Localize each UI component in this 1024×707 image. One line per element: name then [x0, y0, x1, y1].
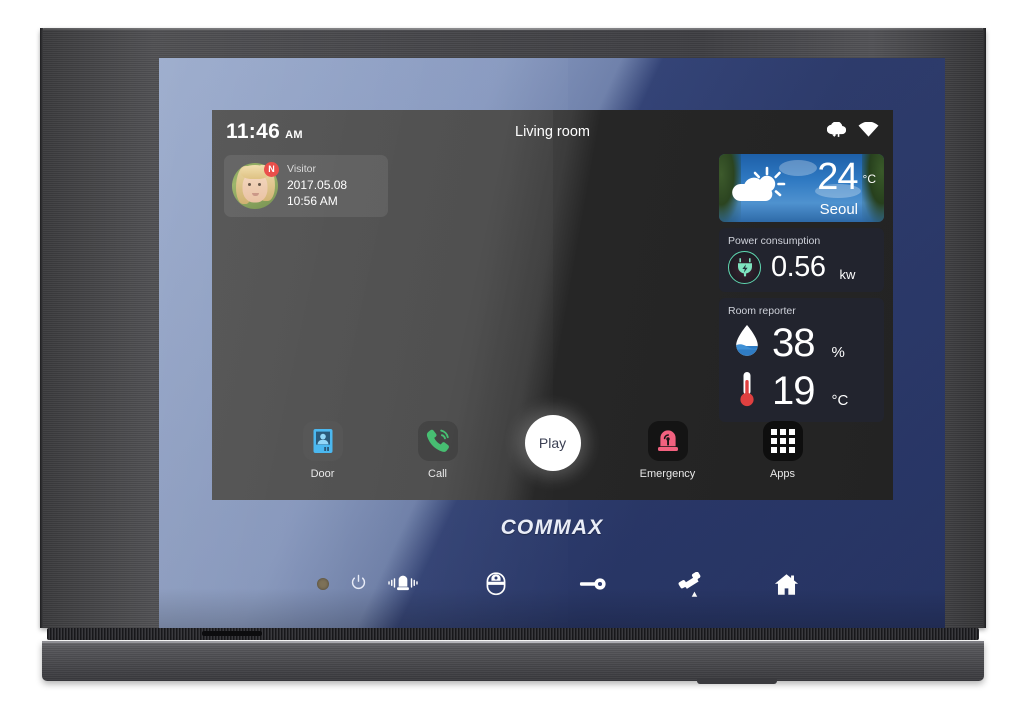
dock-label-door: Door [310, 468, 335, 480]
weather-temp-value: 24 [817, 156, 858, 198]
device-shell: 11:46 AM Living room N Visitor 2017.05.0… [40, 28, 986, 628]
bezel-button-call[interactable] [677, 572, 705, 598]
thermometer-icon [734, 370, 760, 413]
brand-logo: COMMAX [500, 516, 604, 539]
speaker-slot [202, 631, 262, 636]
dock-item-apps[interactable]: Apps [750, 421, 816, 480]
power-row: 0.56 kw [728, 249, 875, 285]
room-reporter-title: Room reporter [728, 305, 796, 317]
dock-label-call: Call [428, 468, 447, 480]
dock-item-play[interactable]: Play [520, 415, 586, 471]
dock-label-apps: Apps [769, 468, 796, 480]
phone-call-icon [417, 421, 458, 461]
apps-grid-dots [770, 429, 795, 453]
dock-item-call[interactable]: Call [405, 421, 471, 480]
plug-icon [728, 250, 761, 284]
siren-sound-icon [388, 575, 418, 591]
visitor-date: 2017.05.08 [287, 178, 348, 193]
water-drop-icon [734, 324, 760, 363]
visitor-text: Visitor 2017.05.08 10:56 AM [287, 163, 347, 209]
door-station-icon [302, 421, 343, 461]
bezel-button-power[interactable] [350, 574, 367, 592]
room-temperature-value: 19 [772, 369, 815, 413]
avatar-eye-right [258, 183, 261, 186]
power-consumption-title: Power consumption [728, 235, 821, 247]
glass-front-panel: 11:46 AM Living room N Visitor 2017.05.0… [159, 58, 945, 628]
power-value: 0.56 [771, 250, 826, 283]
handset-icon [678, 572, 701, 597]
visitor-notification-card[interactable]: N Visitor 2017.05.08 10:56 AM [224, 155, 388, 217]
app-dock: Door Call Play Emergency Apps [212, 415, 893, 495]
dock-label-emergency: Emergency [639, 468, 696, 480]
weather-temperature: 24 °C [817, 158, 876, 196]
base-highlight [42, 641, 984, 643]
bezel-button-guard[interactable] [484, 571, 508, 596]
dock-item-emergency[interactable]: Emergency [635, 421, 701, 480]
play-button[interactable]: Play [524, 415, 581, 471]
base-foot [697, 679, 777, 684]
apps-grid-icon [762, 421, 803, 461]
shell-right-edge [983, 28, 986, 628]
humidity-value: 38 [772, 321, 815, 365]
shell-top-highlight [40, 28, 986, 30]
power-icon [351, 574, 366, 590]
room-temperature-unit: °C [831, 392, 849, 409]
avatar-eye-left [248, 183, 251, 186]
avatar-wrap: N [232, 162, 279, 209]
dock-item-door[interactable]: Door [290, 421, 356, 480]
shell-left-edge [40, 28, 43, 628]
widget-column: 24 °C Seoul Power consumption 0.56 kw Ro… [719, 154, 884, 422]
siren-alarm-icon [647, 421, 688, 461]
screenshot-stage: 11:46 AM Living room N Visitor 2017.05.0… [0, 0, 1024, 707]
weather-city: Seoul [819, 201, 858, 218]
partly-cloudy-icon [729, 166, 787, 210]
bezel-button-home[interactable] [774, 573, 799, 596]
bezel-status-led [317, 578, 329, 590]
new-badge: N [264, 162, 279, 177]
humidity-row: 38 % [728, 319, 875, 367]
clock: 11:46 AM [226, 120, 303, 144]
power-consumption-widget[interactable]: Power consumption 0.56 kw [719, 228, 884, 292]
speaker-grille [47, 628, 979, 640]
home-icon [774, 574, 799, 595]
lcd-screen: 11:46 AM Living room N Visitor 2017.05.0… [212, 110, 893, 500]
status-icon-group [826, 121, 879, 142]
bezel-button-bar [159, 566, 945, 614]
wifi-icon [858, 121, 879, 142]
page-title: Living room [515, 124, 590, 140]
weather-widget[interactable]: 24 °C Seoul [719, 154, 884, 222]
bezel-button-door-open[interactable] [579, 577, 607, 591]
visitor-label: Visitor [287, 163, 316, 176]
status-bar: 11:46 AM Living room [212, 110, 893, 154]
humidity-unit: % [831, 344, 845, 361]
led-indicator [317, 578, 329, 590]
clock-time: 11:46 [226, 120, 281, 143]
clock-ampm: AM [285, 129, 303, 141]
key-icon [579, 578, 606, 590]
cloud-sync-icon [826, 121, 847, 142]
power-unit: kw [839, 267, 856, 282]
device-base [42, 641, 984, 684]
temperature-row: 19 °C [728, 367, 875, 415]
visitor-time: 10:56 AM [287, 193, 338, 208]
guard-cap-icon [486, 572, 506, 596]
weather-temp-unit: °C [862, 172, 876, 186]
bezel-button-alarm[interactable] [387, 572, 419, 594]
room-reporter-widget[interactable]: Room reporter 38 % 19 °C [719, 298, 884, 422]
